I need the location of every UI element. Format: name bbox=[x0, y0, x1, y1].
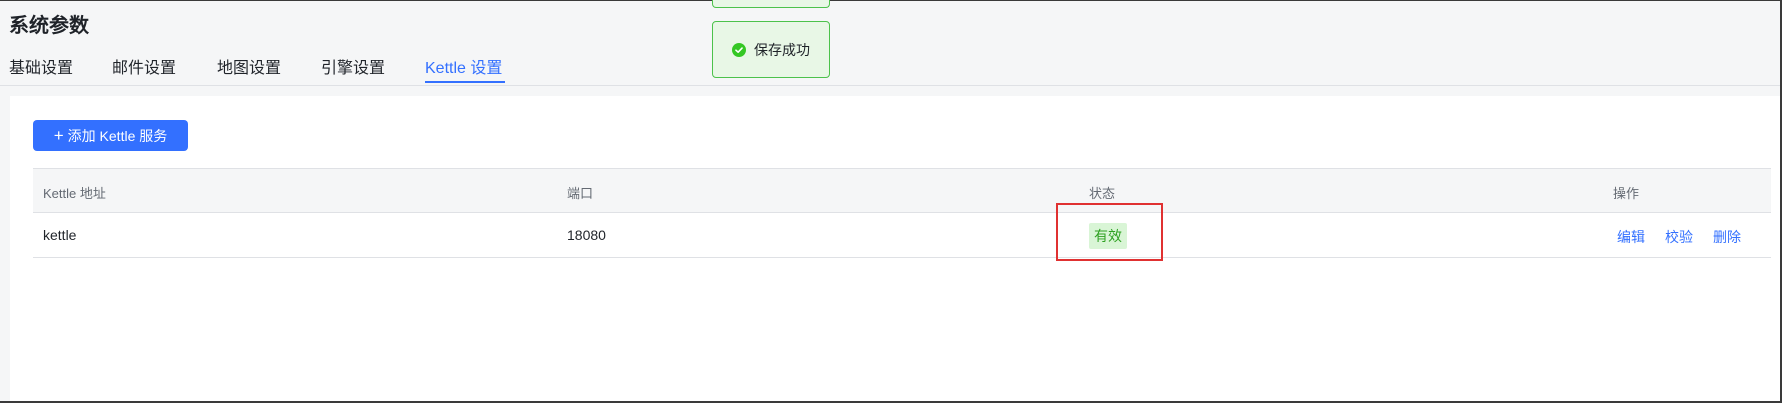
table-row: kettle 18080 有效 编辑 校验 删除 bbox=[33, 213, 1771, 258]
kettle-settings-panel: + 添加 Kettle 服务 Kettle 地址 端口 状态 操作 kettle… bbox=[10, 96, 1780, 401]
page-title: 系统参数 bbox=[9, 15, 89, 37]
success-toast: 保存成功 bbox=[712, 21, 830, 78]
toast-message: 保存成功 bbox=[754, 41, 810, 58]
plus-icon: + bbox=[53, 126, 64, 145]
column-header-address: Kettle 地址 bbox=[43, 186, 106, 201]
add-kettle-service-label: 添加 Kettle 服务 bbox=[67, 127, 168, 144]
table-header: Kettle 地址 端口 状态 操作 bbox=[33, 168, 1771, 213]
edit-action-link[interactable]: 编辑 bbox=[1617, 227, 1645, 247]
tab-basic-settings[interactable]: 基础设置 bbox=[9, 54, 73, 78]
tab-mail-settings[interactable]: 邮件设置 bbox=[112, 54, 176, 78]
active-tab-indicator bbox=[425, 81, 505, 83]
settings-tabs: 基础设置 邮件设置 地图设置 引擎设置 Kettle 设置 bbox=[0, 50, 1782, 86]
status-highlight-box bbox=[1056, 203, 1163, 261]
kettle-service-table: Kettle 地址 端口 状态 操作 kettle 18080 有效 编辑 校验… bbox=[33, 168, 1771, 258]
check-circle-icon bbox=[732, 42, 746, 57]
validate-action-link[interactable]: 校验 bbox=[1665, 227, 1693, 247]
column-header-port: 端口 bbox=[567, 186, 594, 201]
window-top-border bbox=[0, 0, 1782, 1]
row-port: 18080 bbox=[567, 227, 606, 243]
add-kettle-service-button[interactable]: + 添加 Kettle 服务 bbox=[33, 120, 188, 151]
tab-engine-settings[interactable]: 引擎设置 bbox=[321, 54, 385, 78]
tab-map-settings[interactable]: 地图设置 bbox=[217, 54, 281, 78]
column-header-status: 状态 bbox=[1089, 186, 1116, 201]
tab-kettle-settings[interactable]: Kettle 设置 bbox=[425, 54, 502, 78]
delete-action-link[interactable]: 删除 bbox=[1713, 227, 1741, 247]
previous-toast-edge bbox=[712, 0, 830, 8]
column-header-actions: 操作 bbox=[1613, 186, 1640, 201]
row-address: kettle bbox=[43, 227, 77, 243]
